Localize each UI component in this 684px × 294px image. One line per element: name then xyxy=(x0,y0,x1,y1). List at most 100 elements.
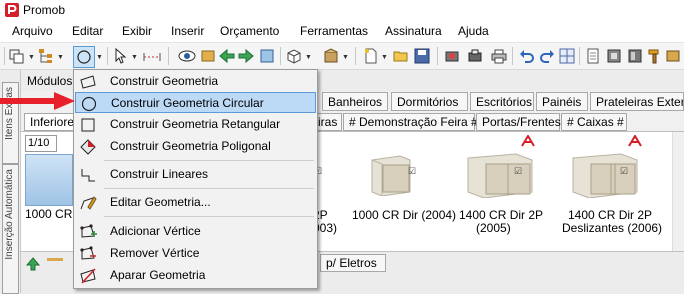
side-tab-label: Inserção Automática xyxy=(4,169,15,260)
gallery-scrollbar[interactable] xyxy=(672,132,684,252)
render-icon[interactable] xyxy=(443,47,461,65)
menu-item-construir-geometria-retangular[interactable]: Construir Geometria Retangular xyxy=(75,114,316,135)
side-tab-insercao-automatica[interactable]: Inserção Automática xyxy=(2,164,19,294)
dropdown-arrow-icon[interactable]: ▼ xyxy=(305,54,312,61)
tab-paineis[interactable]: Painéis xyxy=(536,92,588,111)
module-thumbnail[interactable] xyxy=(25,154,73,206)
trim-geometry-icon xyxy=(80,268,96,284)
tool-f-icon[interactable] xyxy=(626,47,644,65)
menu-bar: Arquivo Editar Exibir Inserir Orçamento … xyxy=(0,20,684,43)
subtab-portas-frentes[interactable]: Portas/Frentes xyxy=(476,113,561,131)
menu-inserir[interactable]: Inserir xyxy=(171,24,204,38)
menu-item-label: Adicionar Vértice xyxy=(110,224,201,238)
circle-icon xyxy=(81,96,97,112)
module-label: (2005) xyxy=(476,221,511,235)
cursor-icon[interactable] xyxy=(112,47,130,65)
dropdown-arrow-icon[interactable]: ▼ xyxy=(57,54,64,61)
menu-item-label: Construir Lineares xyxy=(110,167,209,181)
modules-header-label: Módulos xyxy=(27,74,73,88)
dropdown-arrow-icon[interactable]: ▼ xyxy=(131,54,138,61)
new-file-icon[interactable] xyxy=(362,47,380,65)
tool-a-icon[interactable] xyxy=(199,47,217,65)
module-thumbnail[interactable] xyxy=(466,152,536,199)
package-icon[interactable] xyxy=(322,47,340,65)
arrow-left-icon[interactable] xyxy=(218,47,236,65)
free-geometry-icon xyxy=(80,75,96,89)
menu-item-label: Editar Geometria... xyxy=(110,195,211,209)
menu-item-construir-lineares[interactable]: Construir Lineares xyxy=(75,164,316,185)
tool-d-icon[interactable] xyxy=(584,47,602,65)
subtab-caixas[interactable]: # Caixas # xyxy=(561,113,627,131)
module-label: Deslizantes (2006) xyxy=(562,221,663,235)
undo-icon[interactable] xyxy=(518,47,536,65)
box-3d-icon[interactable] xyxy=(285,47,303,65)
redo-icon[interactable] xyxy=(538,47,556,65)
tab-dormitorios[interactable]: Dormitórios xyxy=(391,92,468,111)
menu-item-editar-geometria[interactable]: Editar Geometria... xyxy=(75,192,316,213)
arrow-right-icon[interactable] xyxy=(237,47,255,65)
menu-item-remover-vertice[interactable]: Remover Vértice xyxy=(75,243,316,264)
menu-ferramentas[interactable]: Ferramentas xyxy=(300,24,368,38)
dropdown-arrow-icon[interactable]: ▼ xyxy=(342,54,349,61)
menu-orcamento[interactable]: Orçamento xyxy=(220,24,279,38)
tool-strip-icon[interactable] xyxy=(47,258,63,261)
subtab-demonstracao-feira[interactable]: # Demonstração Feira # xyxy=(343,113,478,131)
module-label: 1400 CR Dir 2P xyxy=(568,208,653,222)
module-thumbnail[interactable] xyxy=(368,152,413,197)
select-check-icon[interactable]: ☑ xyxy=(620,166,628,177)
tool-c-icon[interactable] xyxy=(466,47,484,65)
tab-prateleiras-externas[interactable]: Prateleiras Exter xyxy=(590,92,684,111)
menu-arquivo[interactable]: Arquivo xyxy=(12,24,53,38)
open-folder-icon[interactable] xyxy=(392,47,410,65)
menu-item-construir-geometria[interactable]: Construir Geometria xyxy=(75,71,316,92)
select-check-icon[interactable]: ☑ xyxy=(514,166,522,177)
menu-separator xyxy=(104,188,314,189)
select-check-icon[interactable]: ☑ xyxy=(408,166,416,177)
tab-inferiores[interactable]: Inferiores xyxy=(24,113,76,131)
menu-assinatura[interactable]: Assinatura xyxy=(385,24,442,38)
menu-separator xyxy=(104,216,314,217)
hammer-icon[interactable] xyxy=(646,47,664,65)
menu-item-construir-geometria-poligonal[interactable]: Construir Geometria Poligonal xyxy=(75,136,316,157)
toolbar: ▼ ▼ ▼ ▼ ▼ ▼ ▼ xyxy=(0,43,684,70)
module-thumbnail[interactable] xyxy=(571,152,641,199)
menu-ajuda[interactable]: Ajuda xyxy=(458,24,489,38)
tool-e-icon[interactable] xyxy=(605,47,623,65)
tab-banheiros[interactable]: Banheiros xyxy=(322,92,388,111)
move-up-icon[interactable] xyxy=(25,256,41,272)
print-icon[interactable] xyxy=(490,47,508,65)
rectangle-icon xyxy=(81,118,95,132)
measure-icon[interactable] xyxy=(143,47,161,65)
tab-escritorios[interactable]: Escritórios xyxy=(470,92,534,111)
bottom-tab-eletros[interactable]: p/ Eletros xyxy=(320,254,386,272)
title-bar: Promob xyxy=(0,0,684,20)
add-vertex-icon xyxy=(80,224,97,238)
menu-item-label: Construir Geometria Retangular xyxy=(110,117,281,131)
hierarchy-icon[interactable] xyxy=(37,47,55,65)
menu-item-label: Construir Geometria Poligonal xyxy=(110,139,271,153)
annotation-arrow-icon xyxy=(0,92,75,110)
window-title: Promob xyxy=(23,3,66,17)
save-icon[interactable] xyxy=(413,47,431,65)
module-label: 1000 CR Dir (2004) xyxy=(352,208,457,222)
menu-item-aparar-geometria[interactable]: Aparar Geometria xyxy=(75,265,316,286)
geometry-tool-button[interactable] xyxy=(73,46,95,68)
view-eye-icon[interactable] xyxy=(178,47,196,65)
edit-geometry-icon xyxy=(80,196,97,210)
dropdown-arrow-icon[interactable]: ▼ xyxy=(28,54,35,61)
tool-g-icon[interactable] xyxy=(664,47,682,65)
menu-item-adicionar-vertice[interactable]: Adicionar Vértice xyxy=(75,221,316,242)
menu-item-construir-geometria-circular[interactable]: Construir Geometria Circular xyxy=(75,92,316,113)
brand-logo-icon xyxy=(628,135,642,147)
linear-icon xyxy=(81,169,95,182)
dropdown-arrow-icon[interactable]: ▼ xyxy=(96,54,103,61)
scale-field[interactable]: 1/10 xyxy=(25,135,57,152)
select-mode-icon[interactable] xyxy=(8,47,26,65)
grid-icon[interactable] xyxy=(558,47,576,65)
dropdown-arrow-icon[interactable]: ▼ xyxy=(381,54,388,61)
menu-item-label: Construir Geometria xyxy=(110,74,219,88)
remove-vertex-icon xyxy=(80,246,96,260)
menu-editar[interactable]: Editar xyxy=(72,24,103,38)
menu-exibir[interactable]: Exibir xyxy=(122,24,152,38)
tool-b-icon[interactable] xyxy=(258,47,276,65)
